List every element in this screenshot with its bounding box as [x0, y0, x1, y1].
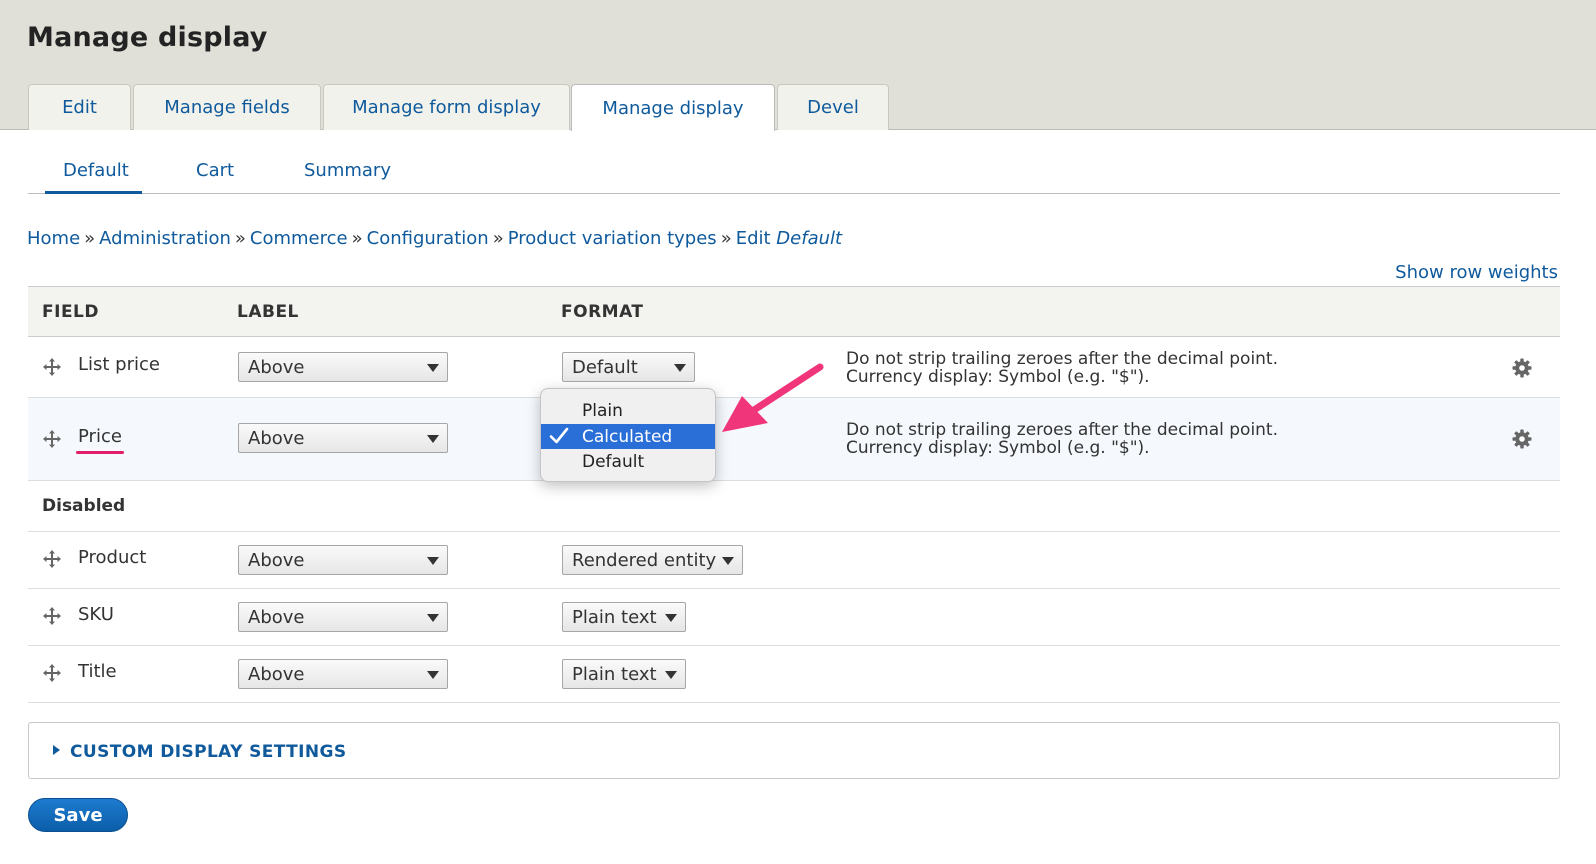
format-select[interactable]: Default — [562, 352, 695, 382]
chevron-down-icon — [427, 671, 439, 679]
label-select-value: Above — [248, 549, 305, 571]
format-select-value: Rendered entity — [572, 549, 717, 571]
label-select[interactable]: Above — [238, 423, 448, 453]
label-select[interactable]: Above — [238, 659, 448, 689]
secondary-tabs: Default Cart Summary — [28, 152, 1560, 194]
breadcrumb-administration[interactable]: Administration — [99, 228, 231, 249]
dropdown-option-calculated[interactable]: Calculated — [541, 424, 715, 449]
drag-handle-icon[interactable] — [42, 663, 62, 683]
format-select[interactable]: Plain text — [562, 602, 686, 632]
label-select[interactable]: Above — [238, 602, 448, 632]
table-header: FIELD LABEL FORMAT — [28, 286, 1560, 337]
breadcrumb-configuration[interactable]: Configuration — [367, 228, 489, 249]
subtab-cart[interactable]: Cart — [196, 160, 234, 181]
format-select[interactable]: Rendered entity — [562, 545, 743, 575]
dropdown-option-plain[interactable]: Plain — [541, 398, 715, 423]
field-name: Product — [78, 547, 147, 568]
subtab-default[interactable]: Default — [63, 160, 129, 181]
summary-line: Do not strip trailing zeroes after the d… — [846, 349, 1279, 369]
chevron-down-icon — [665, 671, 677, 679]
chevron-down-icon — [427, 614, 439, 622]
tab-manage-form-display[interactable]: Manage form display — [323, 84, 570, 130]
breadcrumb-product-variation-types[interactable]: Product variation types — [508, 228, 717, 249]
drag-handle-icon[interactable] — [42, 606, 62, 626]
label-select[interactable]: Above — [238, 352, 448, 382]
drag-handle-icon[interactable] — [42, 357, 62, 377]
chevron-down-icon — [427, 364, 439, 372]
tab-edit[interactable]: Edit — [28, 84, 131, 130]
format-select-value: Plain text — [572, 663, 657, 685]
field-name: Title — [78, 661, 117, 682]
summary-line: Currency display: Symbol (e.g. "$"). — [846, 367, 1150, 387]
column-header-format: FORMAT — [561, 302, 644, 322]
gear-icon[interactable] — [1512, 358, 1532, 378]
summary-line: Currency display: Symbol (e.g. "$"). — [846, 438, 1150, 458]
tab-manage-display[interactable]: Manage display — [571, 84, 775, 131]
label-select-value: Above — [248, 663, 305, 685]
field-name: Price — [78, 426, 122, 447]
breadcrumb-current-em: Default — [776, 228, 843, 249]
breadcrumb-current[interactable]: Edit Default — [736, 228, 842, 249]
breadcrumb-home[interactable]: Home — [27, 228, 80, 249]
breadcrumb-separator: » — [720, 228, 732, 249]
page-title: Manage display — [27, 22, 268, 53]
subtab-summary[interactable]: Summary — [304, 160, 391, 181]
drag-handle-icon[interactable] — [42, 429, 62, 449]
gear-icon[interactable] — [1512, 429, 1532, 449]
save-button[interactable]: Save — [28, 798, 128, 832]
drag-handle-icon[interactable] — [42, 549, 62, 569]
field-name: List price — [78, 354, 160, 375]
breadcrumb: Home» Administration» Commerce» Configurati… — [27, 228, 842, 249]
table-row: Title Above Plain text — [28, 646, 1560, 703]
show-row-weights-link[interactable]: Show row weights — [1395, 262, 1558, 283]
chevron-down-icon — [674, 364, 686, 372]
chevron-down-icon — [427, 557, 439, 565]
format-select-value: Default — [572, 356, 638, 378]
formatter-summary: Do not strip trailing zeroes after the d… — [846, 350, 1278, 386]
custom-display-settings-label: CUSTOM DISPLAY SETTINGS — [70, 742, 347, 762]
breadcrumb-separator: » — [492, 228, 504, 249]
chevron-down-icon — [722, 557, 734, 565]
formatter-summary: Do not strip trailing zeroes after the d… — [846, 421, 1278, 457]
custom-display-settings: CUSTOM DISPLAY SETTINGS — [28, 722, 1560, 779]
checkmark-icon — [549, 427, 569, 444]
table-row: SKU Above Plain text — [28, 589, 1560, 646]
dropdown-option-default[interactable]: Default — [541, 449, 715, 474]
format-dropdown-menu: Plain Calculated Default — [540, 388, 716, 482]
label-select-value: Above — [248, 356, 305, 378]
custom-display-settings-toggle[interactable]: CUSTOM DISPLAY SETTINGS — [53, 742, 347, 762]
column-header-label: LABEL — [237, 302, 299, 322]
column-header-field: FIELD — [42, 302, 99, 322]
chevron-down-icon — [665, 614, 677, 622]
label-select-value: Above — [248, 427, 305, 449]
label-select[interactable]: Above — [238, 545, 448, 575]
highlight-underline — [76, 451, 124, 454]
region-title-row: Disabled — [28, 481, 1560, 532]
breadcrumb-commerce[interactable]: Commerce — [250, 228, 348, 249]
tab-devel[interactable]: Devel — [777, 84, 889, 130]
label-select-value: Above — [248, 606, 305, 628]
active-subtab-indicator — [45, 191, 142, 194]
triangle-right-icon — [53, 745, 60, 755]
chevron-down-icon — [427, 435, 439, 443]
breadcrumb-separator: » — [84, 228, 96, 249]
breadcrumb-separator: » — [351, 228, 363, 249]
table-row: Product Above Rendered entity — [28, 532, 1560, 589]
page-header: Manage display Edit Manage fields Manage… — [0, 0, 1596, 131]
region-title-disabled: Disabled — [42, 496, 126, 516]
tab-manage-fields[interactable]: Manage fields — [133, 84, 321, 130]
field-name: SKU — [78, 604, 114, 625]
annotation-arrow — [722, 363, 824, 432]
breadcrumb-separator: » — [234, 228, 246, 249]
summary-line: Do not strip trailing zeroes after the d… — [846, 420, 1279, 440]
format-select-value: Plain text — [572, 606, 657, 628]
breadcrumb-current-prefix: Edit — [735, 228, 771, 249]
dropdown-option-label: Calculated — [582, 426, 673, 447]
format-select[interactable]: Plain text — [562, 659, 686, 689]
